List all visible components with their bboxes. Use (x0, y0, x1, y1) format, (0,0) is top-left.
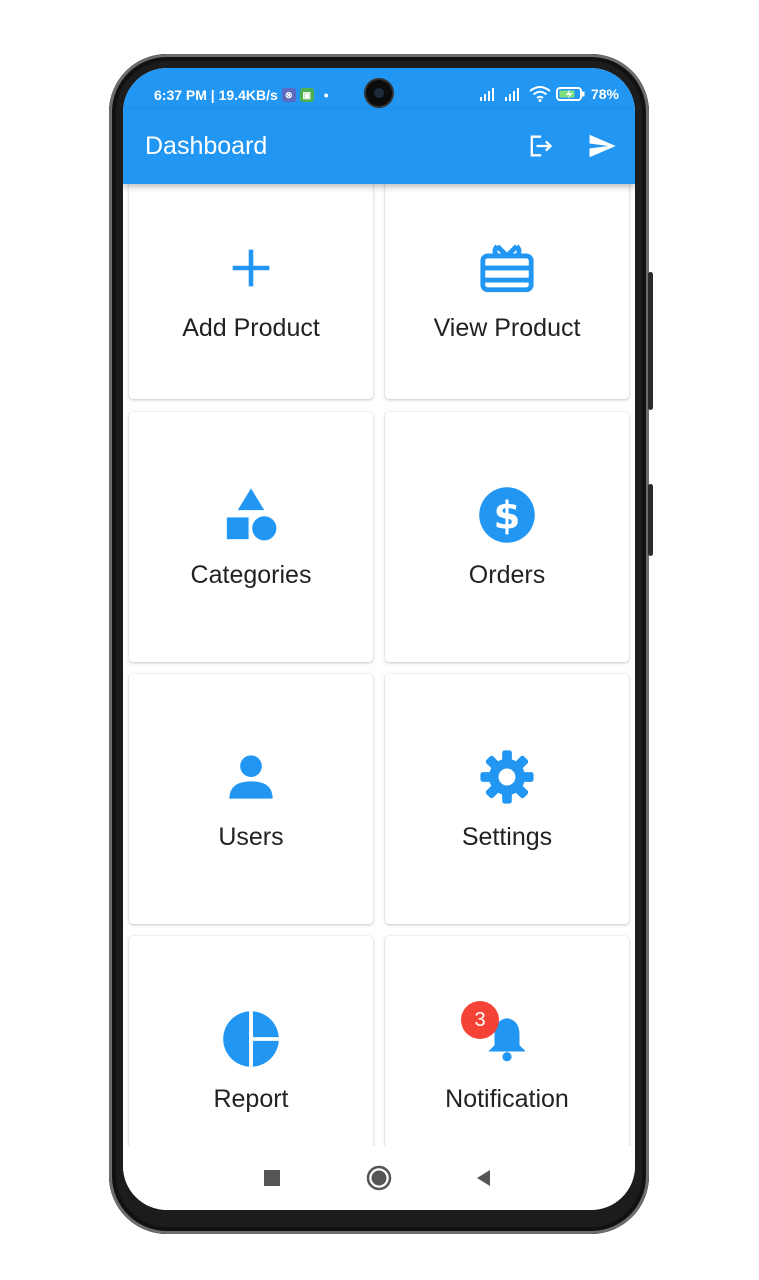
notification-app-icon: ⊗ (281, 88, 296, 102)
back-triangle-icon (477, 1170, 490, 1186)
status-time-speed: 6:37 PM | 19.4KB/s (154, 87, 278, 103)
pie-chart-icon (221, 1009, 281, 1069)
recents-button[interactable] (254, 1160, 290, 1196)
dollar-circle-icon: $ (477, 485, 537, 545)
card-label: Settings (461, 822, 553, 851)
page-title: Dashboard (145, 132, 268, 160)
front-camera (366, 80, 392, 106)
view-product-card[interactable]: View Product (385, 184, 629, 399)
back-button[interactable] (466, 1160, 502, 1196)
signal-icon (479, 88, 494, 101)
phone-side-button (648, 484, 653, 556)
phone-side-button (648, 272, 653, 410)
battery-percent: 78% (590, 86, 619, 102)
battery-icon (555, 87, 585, 101)
bell-icon: 3 (461, 1000, 537, 1069)
system-nav-bar (123, 1146, 635, 1210)
status-bar: 6:37 PM | 19.4KB/s ⊗ ▣ • 78% (123, 68, 635, 110)
send-icon (589, 134, 616, 158)
card-label: Add Product (182, 314, 320, 342)
notification-badge: 3 (461, 1000, 499, 1039)
svg-text:$: $ (494, 493, 521, 538)
logout-icon (530, 135, 553, 157)
status-left: 6:37 PM | 19.4KB/s ⊗ ▣ • (154, 87, 329, 103)
card-label: Report (213, 1084, 289, 1113)
home-circle-icon (366, 1165, 392, 1191)
card-label: Notification (445, 1084, 569, 1113)
settings-card[interactable]: Settings (385, 674, 629, 924)
dashboard-grid: Add Product View Product Categories $ Or… (123, 184, 635, 1146)
card-label: Categories (190, 560, 312, 589)
app-bar: Dashboard (123, 110, 635, 184)
card-label: Orders (468, 560, 546, 589)
wifi-icon (529, 86, 551, 102)
send-button[interactable] (584, 128, 620, 164)
status-dot: • (323, 87, 329, 103)
category-shapes-icon (221, 485, 281, 545)
status-right: 78% (479, 86, 619, 102)
report-card[interactable]: Report (129, 936, 373, 1146)
gift-card-icon (477, 238, 537, 298)
card-label: Users (218, 822, 284, 851)
add-icon (221, 238, 281, 298)
logout-button[interactable] (522, 128, 558, 164)
signal-icon (504, 88, 519, 101)
card-label: View Product (433, 314, 581, 342)
users-card[interactable]: Users (129, 674, 373, 924)
orders-card[interactable]: $ Orders (385, 412, 629, 662)
categories-card[interactable]: Categories (129, 412, 373, 662)
phone-screen: 6:37 PM | 19.4KB/s ⊗ ▣ • 78% Dashboard A… (123, 68, 635, 1210)
person-icon (221, 747, 281, 807)
android-debug-icon: ▣ (299, 88, 314, 102)
notification-card[interactable]: 3 Notification (385, 936, 629, 1146)
add-product-card[interactable]: Add Product (129, 184, 373, 399)
home-button[interactable] (361, 1160, 397, 1196)
recents-square-icon (264, 1170, 280, 1186)
gear-icon (477, 747, 537, 807)
